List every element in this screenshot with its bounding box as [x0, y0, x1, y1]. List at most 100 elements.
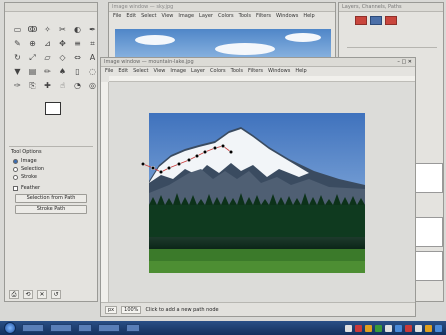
tray-icon[interactable] [435, 324, 442, 332]
back-menu-image[interactable]: Image [178, 13, 194, 19]
radio-dot[interactable] [13, 166, 18, 172]
radio-stroke[interactable]: Stroke [9, 173, 93, 181]
back-menu-filters[interactable]: Filters [256, 13, 271, 19]
dodge-icon[interactable]: ◔ [71, 80, 84, 92]
back-menu-windows[interactable]: Windows [276, 13, 298, 19]
back-menu-layer[interactable]: Layer [199, 13, 213, 19]
radio-dot[interactable] [13, 158, 18, 164]
path-node[interactable] [228, 149, 234, 155]
crop-icon[interactable]: ⌗ [86, 38, 99, 50]
photo-mountain-lake[interactable] [149, 113, 365, 273]
main-menu-view[interactable]: View [154, 68, 166, 74]
pencil-icon[interactable]: ✏ [41, 66, 54, 78]
path-node[interactable] [176, 161, 182, 167]
path-node[interactable] [212, 145, 218, 151]
delete-options-icon[interactable]: ✕ [37, 290, 47, 299]
select-icon[interactable]: ▭ [11, 24, 24, 36]
taskbar-item[interactable] [22, 324, 44, 332]
layers-tab-icon[interactable] [355, 16, 367, 25]
tray-icon[interactable] [425, 324, 432, 332]
taskbar-item[interactable] [50, 324, 72, 332]
close-icon[interactable]: ✕ [408, 59, 412, 65]
path-nodes-overlay[interactable] [139, 142, 249, 187]
align-icon[interactable]: ≡ [71, 38, 84, 50]
tray-icon[interactable] [375, 324, 382, 332]
restore-options-icon[interactable]: ⟲ [23, 290, 33, 299]
main-menu-tools[interactable]: Tools [231, 68, 243, 74]
canvas-area[interactable] [109, 82, 415, 302]
main-menu-edit[interactable]: Edit [118, 68, 128, 74]
paths-icon[interactable]: ✒ [86, 24, 99, 36]
text-icon[interactable]: A [86, 52, 99, 64]
tray-icon[interactable] [365, 324, 372, 332]
dock-titlebar[interactable]: Layers, Channels, Paths [339, 3, 443, 12]
main-window-titlebar[interactable]: Image window — mountain-lake.jpg – □ ✕ [101, 58, 415, 67]
ink-icon[interactable]: ✑ [11, 80, 24, 92]
vertical-ruler[interactable] [101, 82, 109, 302]
start-button[interactable] [4, 322, 16, 334]
path-node[interactable] [166, 165, 172, 171]
toolbox-titlebar[interactable] [5, 3, 97, 12]
airbrush-icon[interactable]: ◌ [86, 66, 99, 78]
foreground-color-swatch[interactable] [45, 102, 61, 115]
layer-thumbnail[interactable] [413, 251, 443, 281]
fuzzy-select-icon[interactable]: ✧ [41, 24, 54, 36]
minimize-icon[interactable]: – [397, 59, 400, 65]
color-picker-icon[interactable]: ✎ [11, 38, 24, 50]
eraser-icon[interactable]: ▯ [71, 66, 84, 78]
clone-icon[interactable]: ⎘ [26, 80, 39, 92]
path-node[interactable] [186, 157, 192, 163]
main-menu-windows[interactable]: Windows [268, 68, 290, 74]
radio-selection[interactable]: Selection [9, 165, 93, 173]
back-menu-colors[interactable]: Colors [218, 13, 234, 19]
tray-icon[interactable] [405, 324, 412, 332]
radio-image[interactable]: Image [9, 157, 93, 165]
color-swatches[interactable] [35, 100, 97, 126]
main-image-window[interactable]: Image window — mountain-lake.jpg – □ ✕ F… [100, 57, 416, 317]
taskbar-item[interactable] [78, 324, 92, 332]
foreground-select-icon[interactable]: ◐ [71, 24, 84, 36]
radio-dot[interactable] [13, 174, 18, 180]
flip-icon[interactable]: ⇔ [71, 52, 84, 64]
scissors-icon[interactable]: ✂ [56, 24, 69, 36]
zoom-icon[interactable]: ⊕ [26, 38, 39, 50]
selection-from-path-button[interactable]: Selection from Path [15, 194, 87, 203]
rotate-icon[interactable]: ↻ [11, 52, 24, 64]
main-menu-layer[interactable]: Layer [191, 68, 205, 74]
status-zoom-select[interactable]: 100% [121, 305, 142, 314]
main-menu-help[interactable]: Help [295, 68, 306, 74]
shear-icon[interactable]: ▱ [41, 52, 54, 64]
paths-tab-icon[interactable] [385, 16, 397, 25]
tray-icon[interactable] [415, 324, 422, 332]
background-image-window[interactable]: Image window — sky.jpg File Edit Select Vie… [108, 2, 336, 62]
layer-thumbnail[interactable] [413, 163, 443, 193]
main-menu-select[interactable]: Select [133, 68, 148, 74]
perspective-icon[interactable]: ◇ [56, 52, 69, 64]
main-menu-colors[interactable]: Colors [210, 68, 226, 74]
path-node[interactable] [158, 169, 164, 175]
reset-options-icon[interactable]: ↺ [51, 290, 61, 299]
back-menu-help[interactable]: Help [303, 13, 314, 19]
back-window-titlebar[interactable]: Image window — sky.jpg [109, 3, 335, 12]
brush-icon[interactable]: ♠ [56, 66, 69, 78]
path-node[interactable] [202, 149, 208, 155]
blur-icon[interactable]: ◎ [86, 80, 99, 92]
measure-icon[interactable]: ⊿ [41, 38, 54, 50]
save-options-icon[interactable]: ⎙ [9, 290, 19, 299]
taskbar-item[interactable] [126, 324, 140, 332]
main-menu-file[interactable]: File [105, 68, 113, 74]
heal-icon[interactable]: ✚ [41, 80, 54, 92]
main-menu-image[interactable]: Image [170, 68, 186, 74]
stroke-path-button[interactable]: Stroke Path [15, 205, 87, 214]
lasso-icon[interactable]: ↂ [26, 24, 39, 36]
back-menu-tools[interactable]: Tools [239, 13, 251, 19]
maximize-icon[interactable]: □ [401, 59, 406, 65]
bucket-icon[interactable]: ▼ [11, 66, 24, 78]
scale-icon[interactable]: ⤢ [26, 52, 39, 64]
back-menu-select[interactable]: Select [141, 13, 156, 19]
taskbar-item[interactable] [98, 324, 120, 332]
checkbox-box[interactable] [13, 185, 18, 191]
gradient-icon[interactable]: ▤ [26, 66, 39, 78]
tray-icon[interactable] [345, 324, 352, 332]
path-node[interactable] [194, 153, 200, 159]
